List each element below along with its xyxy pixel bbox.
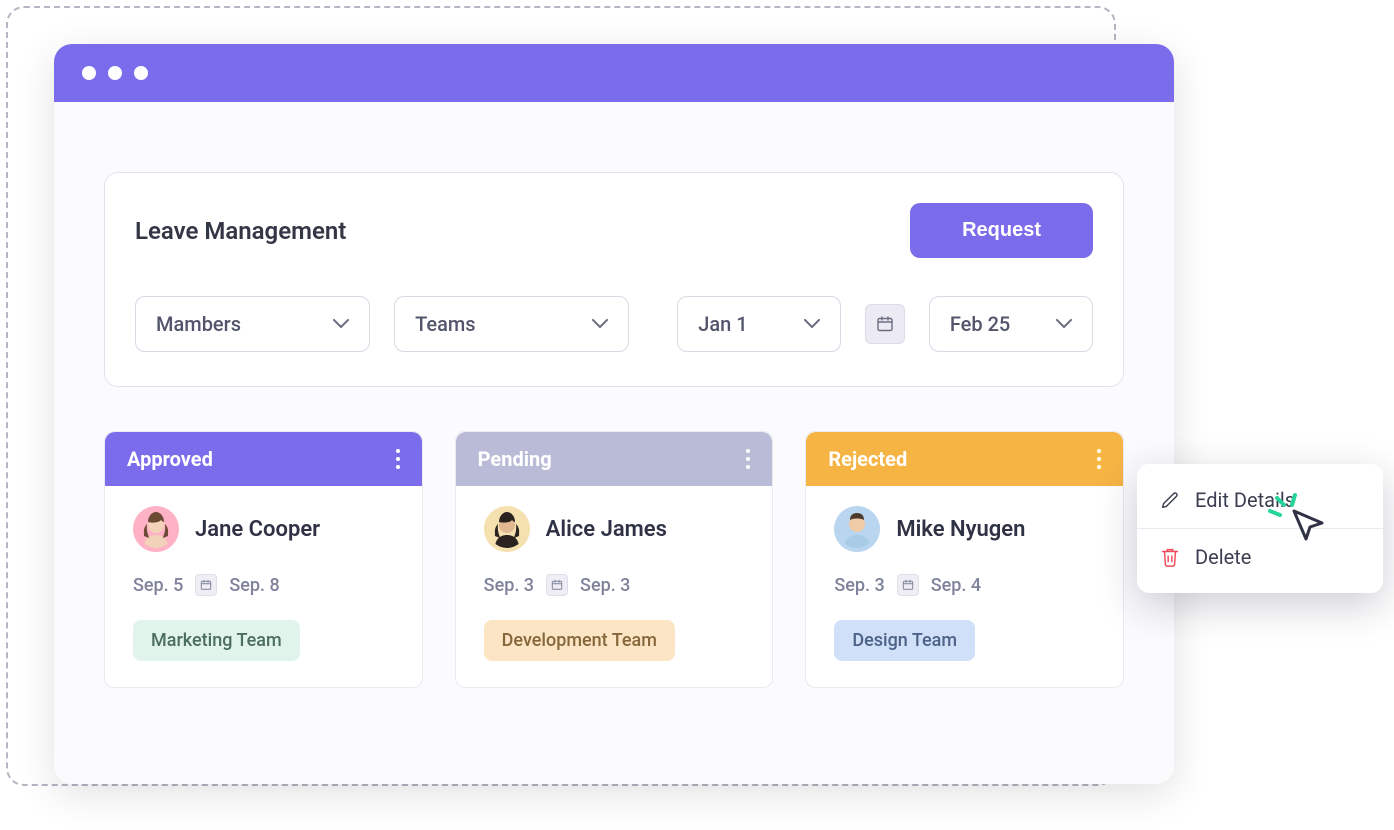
approved-title: Approved: [127, 447, 213, 471]
pencil-icon: [1159, 489, 1181, 511]
date-to-select[interactable]: Feb 25: [929, 296, 1093, 352]
rejected-title: Rejected: [828, 447, 907, 471]
delete-label: Delete: [1195, 545, 1251, 569]
user-row: Alice James: [484, 506, 745, 552]
user-name: Mike Nyugen: [896, 517, 1025, 542]
window-controls: [82, 66, 148, 80]
request-button[interactable]: Request: [910, 203, 1093, 258]
filter-panel: Leave Management Request Mambers Teams: [104, 172, 1124, 387]
window-dot[interactable]: [134, 66, 148, 80]
approved-column: Approved: [104, 431, 423, 688]
menu-divider: [1137, 528, 1383, 529]
cursor-icon: [1264, 485, 1334, 555]
date-from-label: Jan 1: [698, 312, 747, 336]
content-area: Leave Management Request Mambers Teams: [54, 102, 1174, 718]
avatar: [484, 506, 530, 552]
rejected-column: Rejected: [805, 431, 1124, 688]
chevron-down-icon: [592, 319, 608, 329]
date-range: Sep. 3 Sep. 3: [484, 574, 745, 596]
date-to-label: Feb 25: [950, 312, 1010, 336]
user-name: Jane Cooper: [195, 517, 320, 542]
date-range: Sep. 3 Sep. 4: [834, 574, 1095, 596]
calendar-icon: [897, 574, 919, 596]
date-from-text: Sep. 5: [133, 575, 183, 596]
kebab-menu-icon[interactable]: [396, 449, 400, 469]
teams-select[interactable]: Teams: [394, 296, 629, 352]
team-tag: Development Team: [484, 620, 675, 661]
chevron-down-icon: [1056, 319, 1072, 329]
rejected-header: Rejected: [806, 432, 1123, 486]
delete-menu-item[interactable]: Delete: [1137, 531, 1383, 583]
avatar: [133, 506, 179, 552]
date-range: Sep. 5 Sep. 8: [133, 574, 394, 596]
team-tag: Marketing Team: [133, 620, 300, 661]
edit-details-menu-item[interactable]: Edit Details: [1137, 474, 1383, 526]
app-window: Leave Management Request Mambers Teams: [54, 44, 1174, 784]
date-to-text: Sep. 8: [229, 575, 279, 596]
titlebar: [54, 44, 1174, 102]
date-from-select[interactable]: Jan 1: [677, 296, 841, 352]
date-from-text: Sep. 3: [484, 575, 534, 596]
cards-row: Approved: [104, 431, 1124, 688]
calendar-icon: [546, 574, 568, 596]
pending-title: Pending: [478, 447, 552, 471]
date-to-text: Sep. 3: [580, 575, 630, 596]
page-title: Leave Management: [135, 217, 346, 245]
chevron-down-icon: [804, 319, 820, 329]
team-tag: Design Team: [834, 620, 975, 661]
kebab-menu-icon[interactable]: [746, 449, 750, 469]
pending-column: Pending: [455, 431, 774, 688]
calendar-icon[interactable]: [865, 304, 904, 344]
user-name: Alice James: [546, 517, 667, 542]
date-to-text: Sep. 4: [931, 575, 981, 596]
user-row: Jane Cooper: [133, 506, 394, 552]
members-select[interactable]: Mambers: [135, 296, 370, 352]
kebab-menu-icon[interactable]: [1097, 449, 1101, 469]
date-from-text: Sep. 3: [834, 575, 884, 596]
calendar-icon: [195, 574, 217, 596]
trash-icon: [1159, 546, 1181, 568]
user-row: Mike Nyugen: [834, 506, 1095, 552]
avatar: [834, 506, 880, 552]
window-dot[interactable]: [82, 66, 96, 80]
context-menu: Edit Details Delete: [1137, 464, 1383, 593]
approved-header: Approved: [105, 432, 422, 486]
chevron-down-icon: [333, 319, 349, 329]
window-dot[interactable]: [108, 66, 122, 80]
members-select-label: Mambers: [156, 312, 241, 336]
pending-header: Pending: [456, 432, 773, 486]
teams-select-label: Teams: [415, 312, 475, 336]
